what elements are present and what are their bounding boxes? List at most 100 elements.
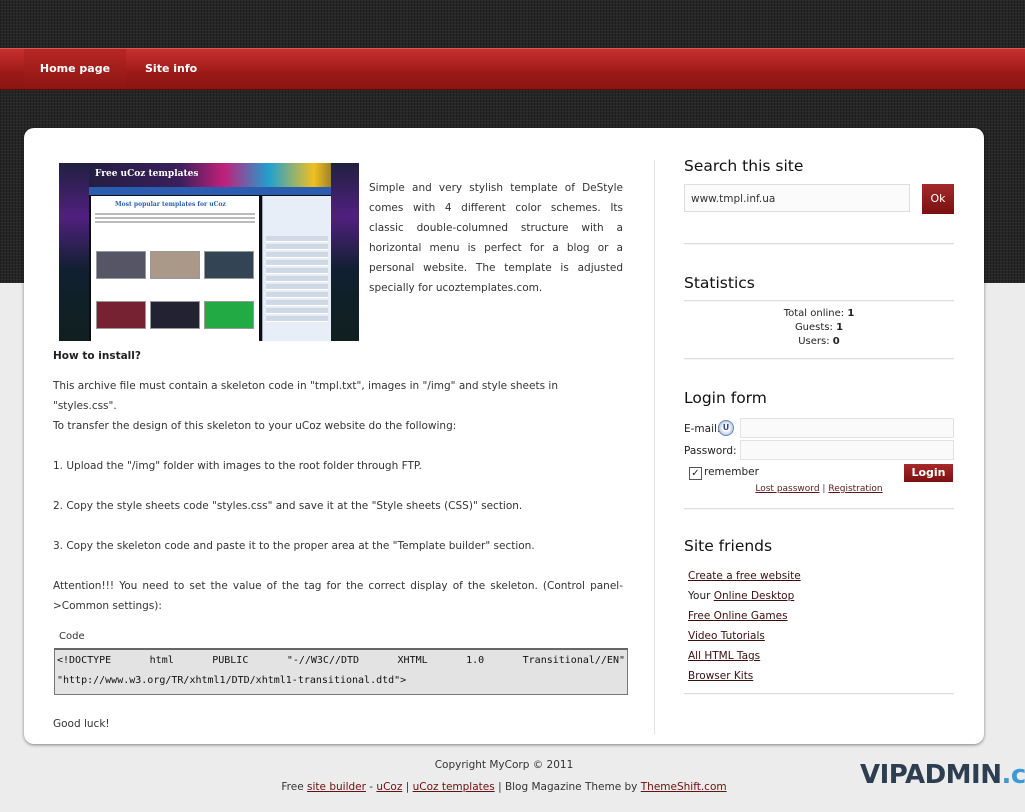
free-online-games-link[interactable]: Free Online Games [688,610,788,622]
paragraph: Attention!!! You need to set the value o… [53,580,623,612]
ucoz-templates-link[interactable]: uCoz templates [413,781,495,793]
search-input[interactable]: www.tmpl.inf.ua [684,184,910,212]
registration-link[interactable]: Registration [828,484,882,494]
friend-item: Free Online Games [688,606,801,626]
code-token: XHTML [397,655,428,666]
stat-label: Total online: [783,308,845,319]
code-line-2: "http://www.w3.org/TR/xhtml1/DTD/xhtml1-… [57,675,407,686]
preview-row [266,292,328,298]
template-preview-image: Free uCoz templates Most popular templat… [59,163,359,341]
preview-shot [96,251,146,279]
stat-label: Users: [798,336,830,347]
preview-menu-bar [89,187,331,195]
widget-divider [684,358,954,360]
preview-main-area: Most popular templates for uCoz [91,196,259,341]
friend-item: All HTML Tags [688,646,801,666]
preview-row [266,276,328,282]
browser-kits-link[interactable]: Browser Kits [688,670,753,682]
remember-label: remember [704,466,759,478]
code-line-1: <!DOCTYPE html PUBLIC "-//W3C//DTD XHTML… [57,650,625,670]
online-desktop-link[interactable]: Online Desktop [714,590,795,602]
widget-divider [684,693,954,695]
nav-home-page[interactable]: Home page [24,49,126,89]
statistics-title: Statistics [684,274,755,292]
link-separator: | [822,484,826,494]
stat-value: 1 [847,308,855,319]
preview-shot [150,301,200,329]
paragraph: 2. Copy the style sheets code "styles.cs… [53,500,523,512]
preview-row [266,260,328,266]
footer-text: | [405,781,410,793]
preview-text-line [95,217,255,219]
paragraph: 1. Upload the "/img" folder with images … [53,460,422,472]
vipadmin-watermark: VIPADMIN.club [860,760,1025,790]
remember-checkbox[interactable]: ✓ [689,467,702,480]
ucoz-id-icon[interactable]: U [718,420,734,436]
widget-divider [684,243,954,245]
footer-copyright: Copyright MyCorp © 2011 [434,759,574,771]
preview-heading: Most popular templates for uCoz [115,201,226,208]
widget-divider [684,300,954,302]
email-label: E-mail: [684,423,721,435]
ucoz-link[interactable]: uCoz [376,781,402,793]
preview-row [266,244,328,250]
nav-site-info[interactable]: Site info [145,49,197,89]
code-token: "-//W3C//DTD [286,655,360,666]
search-ok-button[interactable]: Ok [922,184,954,214]
preview-title: Free uCoz templates [95,169,199,179]
statistics-block: Total online: 1 Guests: 1 Users: 0 [684,307,954,349]
widget-divider [684,508,954,510]
friend-item: Browser Kits [688,666,801,686]
search-widget-title: Search this site [684,157,804,175]
site-builder-link[interactable]: site builder [307,781,366,793]
site-friends-title: Site friends [684,537,773,555]
password-field[interactable] [740,440,954,460]
video-tutorials-link[interactable]: Video Tutorials [688,630,765,642]
footer-text: Free [281,781,304,793]
preview-shot [96,301,146,329]
code-block[interactable]: <!DOCTYPE html PUBLIC "-//W3C//DTD XHTML… [54,648,628,695]
preview-sidebar [262,196,331,341]
paragraph: This archive file must contain a skeleto… [53,380,558,412]
all-html-tags-link[interactable]: All HTML Tags [688,650,760,662]
template-description: Simple and very stylish template of DeSt… [369,182,623,294]
preview-edge-left [59,163,89,341]
preview-row [266,284,328,290]
code-token: <!DOCTYPE [57,655,112,666]
stat-total-online: Total online: 1 [684,307,954,321]
email-field[interactable] [740,418,954,438]
preview-row [266,236,328,242]
password-label: Password: [684,445,737,457]
preview-row [266,300,328,306]
themeshift-link[interactable]: ThemeShift.com [641,781,727,793]
content-panel: Free uCoz templates Most popular templat… [24,128,984,744]
preview-row [266,252,328,258]
main-nav: Home page Site info [0,48,1025,90]
preview-shot [150,251,200,279]
login-button[interactable]: Login [904,464,953,482]
footer-text: | Blog Magazine Theme by [498,781,638,793]
create-free-website-link[interactable]: Create a free website [688,570,801,582]
stat-value: 1 [836,322,844,333]
preview-text-line [95,221,255,223]
stat-users: Users: 0 [684,335,954,349]
good-luck-text: Good luck! [53,718,110,730]
site-friends-list: Create a free website Your Online Deskto… [688,566,801,686]
code-label: Code [59,631,85,642]
preview-edge-right [331,163,359,341]
lost-password-link[interactable]: Lost password [755,484,819,494]
footer-links: Free site builder - uCoz | uCoz template… [0,781,1008,793]
code-token: Transitional//EN" [522,655,625,666]
stat-guests: Guests: 1 [684,321,954,335]
install-heading: How to install? [53,350,141,362]
watermark-part: .club [1001,760,1025,790]
column-divider [654,160,655,734]
watermark-part: VIPADMIN [860,760,1002,790]
friend-item: Video Tutorials [688,626,801,646]
preview-row [266,268,328,274]
preview-shot [204,301,254,329]
code-token: 1.0 [466,655,485,666]
stat-label: Guests: [794,322,833,333]
friend-prefix: Your [688,590,711,602]
code-token: html [149,655,174,666]
